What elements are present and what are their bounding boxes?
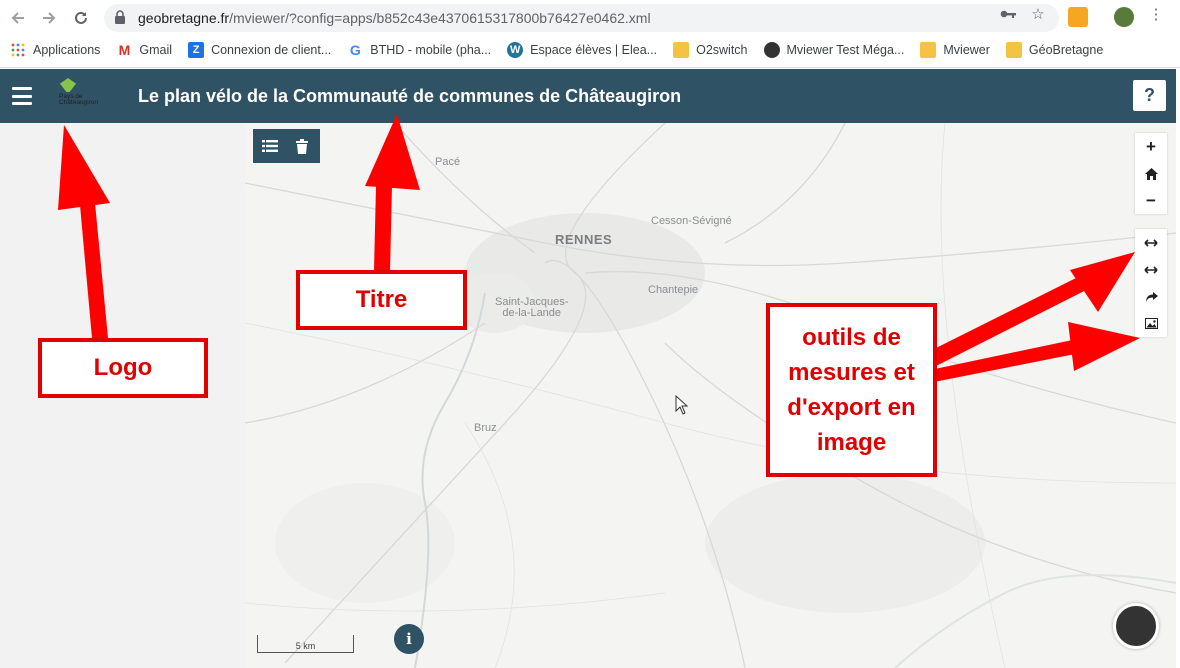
annotation-arrows [58,114,1140,382]
screenshot-root: geobretagne.fr/mviewer/?config=apps/b852… [0,0,1180,668]
annotation-outils: outils de mesures et d'export en image [766,303,937,477]
annotation-logo: Logo [38,338,208,398]
annotation-titre: Titre [296,270,467,330]
